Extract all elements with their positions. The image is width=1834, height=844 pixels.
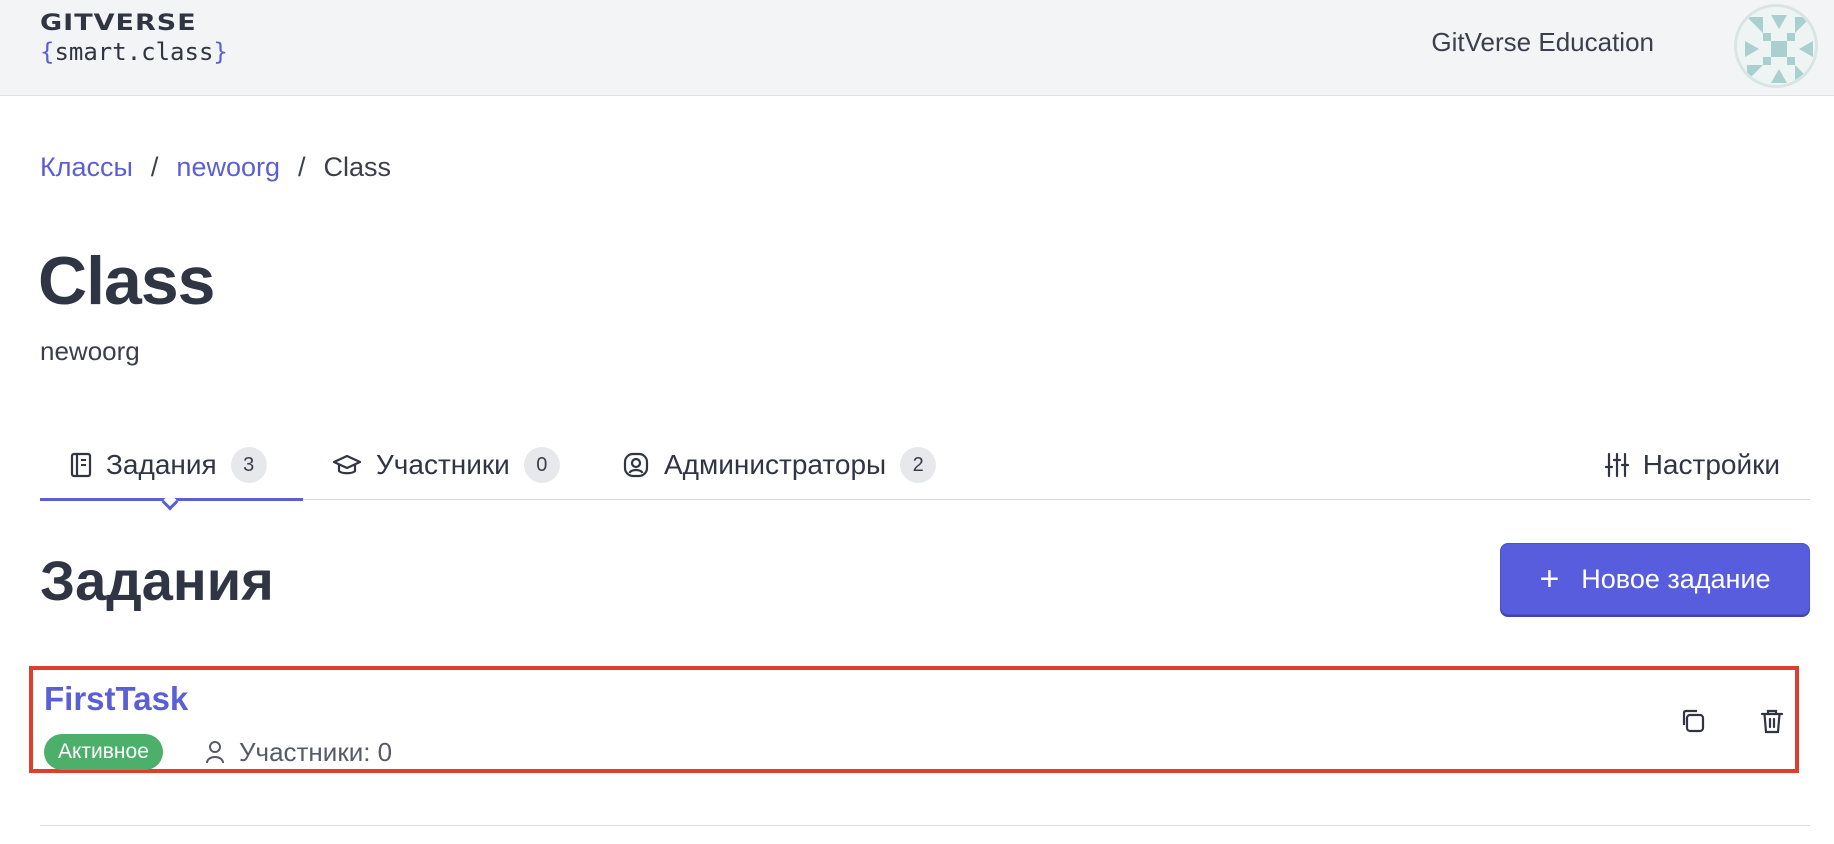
logo-close-brace: } — [213, 38, 228, 66]
tab-bar: Задания 3 Участники 0 Администраторы 2 Н… — [40, 430, 1810, 511]
sliders-icon — [1604, 452, 1629, 478]
tab-participants[interactable]: Участники 0 — [332, 430, 560, 500]
book-icon — [70, 452, 92, 478]
section-title: Задания — [40, 549, 274, 612]
copy-task-button[interactable] — [1678, 706, 1708, 736]
gitverse-logo[interactable]: GITVERSE {smart.class} — [40, 12, 228, 66]
tab-settings-label: Настройки — [1642, 449, 1780, 480]
logo-open-brace: { — [40, 38, 55, 66]
logo-subtitle-text: smart.class — [54, 38, 214, 66]
tab-administrators-count: 2 — [900, 447, 937, 483]
identicon-icon — [1737, 7, 1815, 85]
breadcrumb-classes-link[interactable]: Классы — [40, 152, 133, 183]
task-participants-label: Участники: 0 — [239, 736, 393, 767]
tab-administrators-label: Администраторы — [664, 449, 887, 480]
avatar[interactable] — [1734, 4, 1818, 88]
tab-participants-label: Участники — [376, 449, 510, 480]
page-subtitle: newoorg — [40, 336, 140, 366]
status-badge: Активное — [44, 734, 163, 770]
new-assignment-button[interactable]: + Новое задание — [1500, 543, 1810, 615]
logo-wordmark: GITVERSE — [40, 10, 197, 36]
page-title: Class — [38, 243, 215, 319]
tab-assignments[interactable]: Задания 3 — [70, 430, 267, 500]
trash-icon — [1760, 709, 1784, 734]
breadcrumb-separator: / — [150, 152, 159, 182]
task-participants: Участники: 0 — [205, 734, 392, 770]
org-name[interactable]: GitVerse Education — [1431, 27, 1654, 58]
tab-assignments-label: Задания — [106, 449, 217, 480]
task-name-link[interactable]: FirstTask — [44, 680, 188, 718]
tab-administrators[interactable]: Администраторы 2 — [622, 430, 937, 500]
logo-subtitle: {smart.class} — [40, 38, 228, 66]
breadcrumb-current: Class — [323, 152, 392, 182]
breadcrumb-org-link[interactable]: newoorg — [176, 152, 280, 183]
list-divider — [40, 825, 1810, 826]
graduation-cap-icon — [332, 454, 362, 475]
tab-participants-count: 0 — [523, 447, 560, 483]
breadcrumb: Классы / newoorg / Class — [40, 152, 391, 183]
user-circle-icon — [623, 452, 649, 478]
user-icon — [206, 741, 224, 764]
breadcrumb-separator: / — [298, 152, 306, 182]
plus-icon: + — [1539, 560, 1560, 598]
app-header: GITVERSE {smart.class} GitVerse Educatio… — [0, 0, 1834, 96]
copy-icon — [1682, 709, 1705, 733]
tab-settings[interactable]: Настройки — [1604, 430, 1780, 500]
new-assignment-label: Новое задание — [1581, 563, 1771, 594]
task-card: FirstTask Активное Участники: 0 — [29, 666, 1799, 773]
delete-task-button[interactable] — [1757, 706, 1787, 736]
tab-assignments-count: 3 — [230, 447, 267, 483]
